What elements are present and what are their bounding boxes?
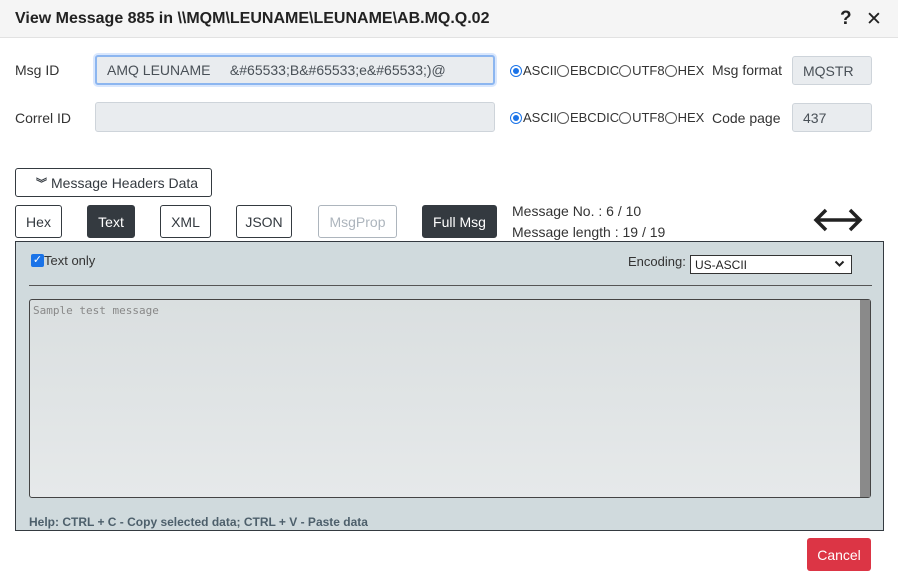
cancel-button[interactable]: Cancel [807,538,871,571]
divider [29,285,872,286]
radio-icon[interactable] [664,111,677,124]
correlid-radio-ebcdic[interactable]: EBCDIC [556,110,619,125]
checkbox-checked-icon[interactable]: ✓ [31,254,44,267]
msgid-encoding-radios: ASCII EBCDIC UTF8 HEX [510,63,704,78]
radio-icon[interactable] [619,111,632,124]
encoding-label: Encoding: [628,254,686,269]
encoding-select[interactable]: US-ASCII [690,255,852,274]
radio-icon[interactable] [556,64,569,77]
help-icon[interactable]: ? [840,8,852,30]
radio-selected-icon[interactable] [510,111,522,124]
radio-icon[interactable] [556,111,569,124]
correlid-input[interactable] [95,102,495,132]
radio-icon[interactable] [664,64,677,77]
close-icon[interactable]: ✕ [866,8,882,31]
message-textarea[interactable]: Sample test message [29,299,871,498]
radio-icon[interactable] [619,64,632,77]
message-panel: ✓ Text only Encoding: US-ASCII Sample te… [15,241,884,531]
title-bar: View Message 885 in \\MQM\LEUNAME\LEUNAM… [0,0,898,38]
vertical-scrollbar[interactable] [860,300,870,497]
radio-selected-icon[interactable] [510,64,522,77]
double-chevron-down-icon: ︾ [36,177,47,190]
message-number: Message No. : 6 / 10 [512,203,642,219]
correlid-radio-hex[interactable]: HEX [664,110,704,125]
full-msg-button[interactable]: Full Msg [422,205,497,238]
correlid-radio-utf8[interactable]: UTF8 [619,110,665,125]
code-page-field: 437 [792,103,872,132]
correlid-radio-ascii[interactable]: ASCII [510,110,557,125]
msgid-radio-ascii[interactable]: ASCII [510,63,557,78]
tab-text[interactable]: Text [87,205,135,238]
tab-msgprop[interactable]: MsgProp [318,205,397,238]
msgid-label: Msg ID [15,62,60,78]
tab-xml[interactable]: XML [160,205,211,238]
message-placeholder: Sample test message [33,304,159,317]
tab-json[interactable]: JSON [236,205,292,238]
code-page-label: Code page [712,110,781,126]
msgid-radio-utf8[interactable]: UTF8 [619,63,665,78]
message-headers-button[interactable]: ︾ Message Headers Data [15,168,212,197]
expand-horizontal-icon[interactable] [812,205,864,235]
correlid-encoding-radios: ASCII EBCDIC UTF8 HEX [510,110,704,125]
help-text: Help: CTRL + C - Copy selected data; CTR… [29,515,368,529]
dialog-title: View Message 885 in \\MQM\LEUNAME\LEUNAM… [15,10,490,27]
msg-format-label: Msg format [712,62,783,78]
correlid-label: Correl ID [15,110,72,126]
text-only-checkbox[interactable]: ✓ Text only [31,253,95,268]
msgid-radio-ebcdic[interactable]: EBCDIC [556,63,619,78]
msgid-radio-hex[interactable]: HEX [664,63,704,78]
msg-format-field: MQSTR [792,56,872,85]
msgid-input[interactable]: AMQ LEUNAME &#65533;B&#65533;e&#65533;)@ [95,55,495,85]
tab-hex[interactable]: Hex [15,205,62,238]
chevron-down-icon [834,260,845,267]
message-length: Message length : 19 / 19 [512,224,666,240]
